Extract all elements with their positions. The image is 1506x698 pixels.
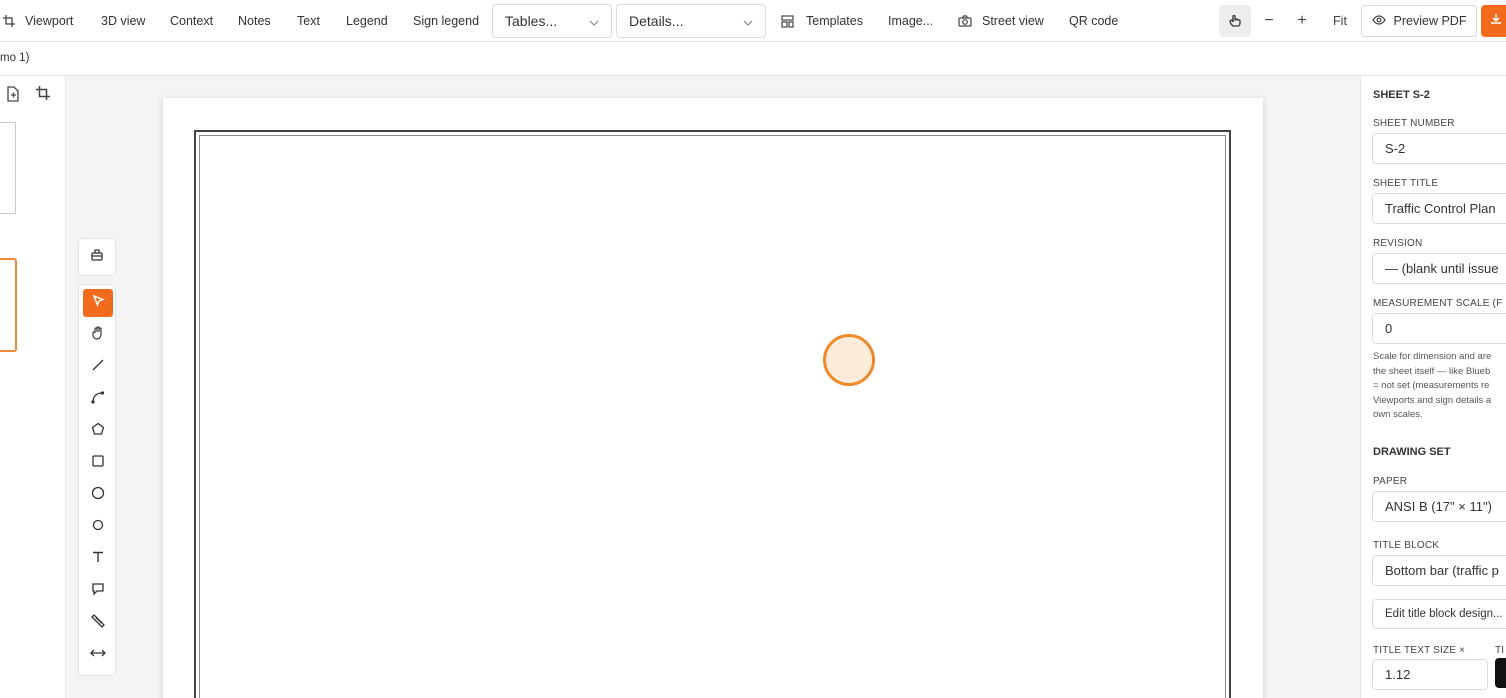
callout-tool[interactable] (83, 577, 113, 605)
text-t-icon (91, 550, 105, 569)
sheet-title-label: SHEET TITLE (1373, 178, 1439, 189)
select-tool[interactable] (83, 289, 113, 317)
title-block-label: TITLE BLOCK (1373, 540, 1440, 551)
sheet-thumbnails-panel (0, 76, 66, 698)
details-dropdown-label: Details... (629, 13, 684, 29)
cursor-arrow-icon (92, 294, 105, 312)
help-line: own scales. (1373, 409, 1423, 420)
title-block-select[interactable]: Bottom bar (traffic p (1372, 555, 1506, 586)
help-line: Scale for dimension and are (1373, 351, 1492, 362)
sheet-border (194, 130, 1231, 698)
tables-dropdown[interactable]: Tables... (492, 4, 612, 38)
image-button[interactable]: Image... (888, 0, 933, 42)
sheet-title-input[interactable]: Traffic Control Plan (1372, 193, 1506, 224)
stamp-tool[interactable] (78, 238, 116, 276)
revision-input[interactable]: — (blank until issue (1372, 253, 1506, 284)
help-line: = not set (measurements re (1373, 380, 1490, 391)
drawing-sheet[interactable] (163, 98, 1263, 698)
line-tool[interactable] (83, 353, 113, 381)
title-text-size-input[interactable]: 1.12 (1372, 659, 1488, 690)
hand-icon (91, 325, 105, 345)
line-icon (91, 358, 105, 377)
title-text-size-label: TITLE TEXT SIZE × (1373, 645, 1466, 656)
hand-pointer-icon[interactable] (1219, 5, 1251, 37)
street-view-button[interactable]: Street view (982, 0, 1044, 42)
double-arrow-icon (90, 646, 106, 664)
text-button[interactable]: Text (297, 0, 320, 42)
help-line: the sheet itself — like Blueb (1373, 365, 1491, 377)
arc-icon (91, 390, 105, 409)
preview-pdf-label: Preview PDF (1393, 14, 1467, 28)
zoom-out-button[interactable]: − (1257, 5, 1281, 37)
notes-button[interactable]: Notes (238, 0, 271, 42)
color-swatch[interactable] (1495, 658, 1506, 688)
measurement-scale-label: MEASUREMENT SCALE (F (1373, 298, 1503, 309)
drawing-canvas[interactable] (66, 76, 1360, 698)
ellipse-tool[interactable] (83, 513, 113, 541)
templates-icon[interactable] (781, 0, 794, 42)
camera-icon[interactable] (958, 0, 972, 42)
download-button[interactable] (1481, 5, 1506, 37)
measurement-scale-input[interactable]: 0 (1372, 313, 1506, 344)
paper-select[interactable]: ANSI B (17" × 11") (1372, 491, 1506, 522)
fit-button[interactable]: Fit (1326, 5, 1354, 37)
qr-code-button[interactable]: QR code (1069, 0, 1118, 42)
context-button[interactable]: Context (170, 0, 213, 42)
chevron-down-icon (743, 13, 753, 29)
cursor-highlight (823, 334, 875, 386)
legend-button[interactable]: Legend (346, 0, 388, 42)
sheet-heading: SHEET S-2 (1373, 89, 1430, 101)
polygon-tool[interactable] (83, 417, 113, 445)
3d-view-button[interactable]: 3D view (101, 0, 145, 42)
scale-help-text: Scale for dimension and are the sheet it… (1373, 350, 1506, 423)
sheet-number-label: SHEET NUMBER (1373, 118, 1455, 129)
sheet-number-input[interactable]: S-2 (1372, 133, 1506, 164)
revision-label: REVISION (1373, 238, 1423, 249)
stamp-icon (90, 248, 104, 267)
sheet-inner-border (199, 135, 1226, 698)
title-secondary-label: TI (1495, 645, 1505, 656)
crop-icon[interactable] (3, 0, 15, 42)
speech-bubble-icon (91, 582, 105, 601)
viewport-button[interactable]: Viewport (25, 0, 73, 42)
text-tool[interactable] (83, 545, 113, 573)
dimension-tool[interactable] (83, 641, 113, 669)
zoom-in-button[interactable]: + (1290, 5, 1314, 37)
sheet-tab-label[interactable]: mo 1) (0, 52, 29, 64)
paper-label: PAPER (1373, 476, 1408, 487)
sheet-thumbnail-selected[interactable] (0, 258, 17, 352)
circle-icon (91, 486, 105, 505)
tool-palette (78, 284, 116, 676)
tables-dropdown-label: Tables... (505, 13, 558, 29)
templates-button[interactable]: Templates (806, 0, 863, 42)
arc-tool[interactable] (83, 385, 113, 413)
circle-tool[interactable] (83, 481, 113, 509)
measure-tool[interactable] (83, 609, 113, 637)
drawing-set-heading: DRAWING SET (1373, 446, 1451, 458)
details-dropdown[interactable]: Details... (616, 4, 766, 38)
help-line: Viewports and sign details a (1373, 394, 1492, 406)
square-icon (91, 454, 105, 473)
small-circle-icon (91, 518, 105, 537)
edit-title-block-button[interactable]: Edit title block design... (1372, 599, 1506, 629)
add-page-icon[interactable] (6, 86, 24, 104)
ruler-icon (91, 613, 105, 633)
sheet-tabs-bar: mo 1) (0, 42, 1506, 76)
chevron-down-icon (589, 13, 599, 29)
top-toolbar: Viewport 3D view Context Notes Text Lege… (0, 0, 1506, 42)
sheet-thumbnail[interactable] (0, 122, 16, 214)
properties-panel: SHEET S-2 SHEET NUMBER S-2 SHEET TITLE T… (1360, 76, 1506, 698)
sign-legend-button[interactable]: Sign legend (413, 0, 479, 42)
eye-icon (1371, 14, 1386, 28)
crop-icon[interactable] (36, 86, 54, 104)
preview-pdf-button[interactable]: Preview PDF (1361, 5, 1477, 37)
download-icon (1490, 12, 1502, 30)
rectangle-tool[interactable] (83, 449, 113, 477)
pentagon-icon (91, 422, 105, 441)
pan-tool[interactable] (83, 321, 113, 349)
